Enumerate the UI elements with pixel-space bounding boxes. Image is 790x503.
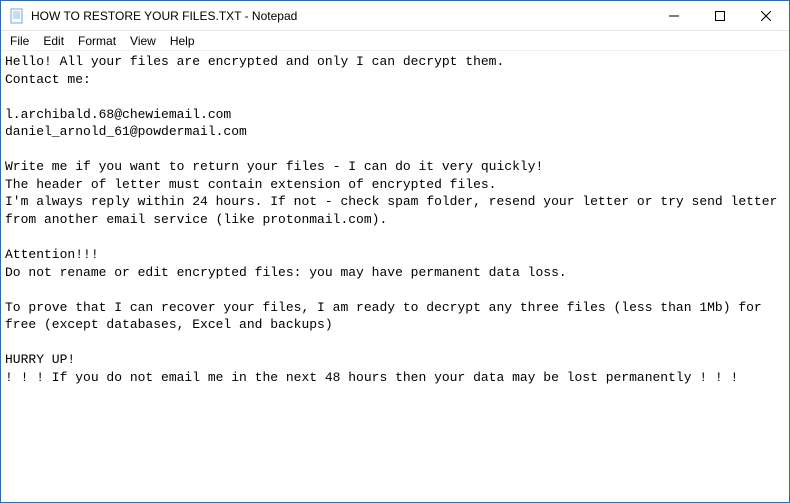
menu-help[interactable]: Help [163,33,202,49]
minimize-icon [669,11,679,21]
close-button[interactable] [743,1,789,30]
menu-view[interactable]: View [123,33,163,49]
maximize-button[interactable] [697,1,743,30]
menu-file[interactable]: File [3,33,36,49]
close-icon [761,11,771,21]
maximize-icon [715,11,725,21]
titlebar[interactable]: HOW TO RESTORE YOUR FILES.TXT - Notepad [1,1,789,31]
text-area[interactable]: Hello! All your files are encrypted and … [1,51,789,502]
window-controls [651,1,789,30]
notepad-window: HOW TO RESTORE YOUR FILES.TXT - Notepad … [0,0,790,503]
menubar: File Edit Format View Help [1,31,789,51]
menu-format[interactable]: Format [71,33,123,49]
window-title: HOW TO RESTORE YOUR FILES.TXT - Notepad [31,9,651,23]
minimize-button[interactable] [651,1,697,30]
notepad-icon [9,8,25,24]
menu-edit[interactable]: Edit [36,33,71,49]
